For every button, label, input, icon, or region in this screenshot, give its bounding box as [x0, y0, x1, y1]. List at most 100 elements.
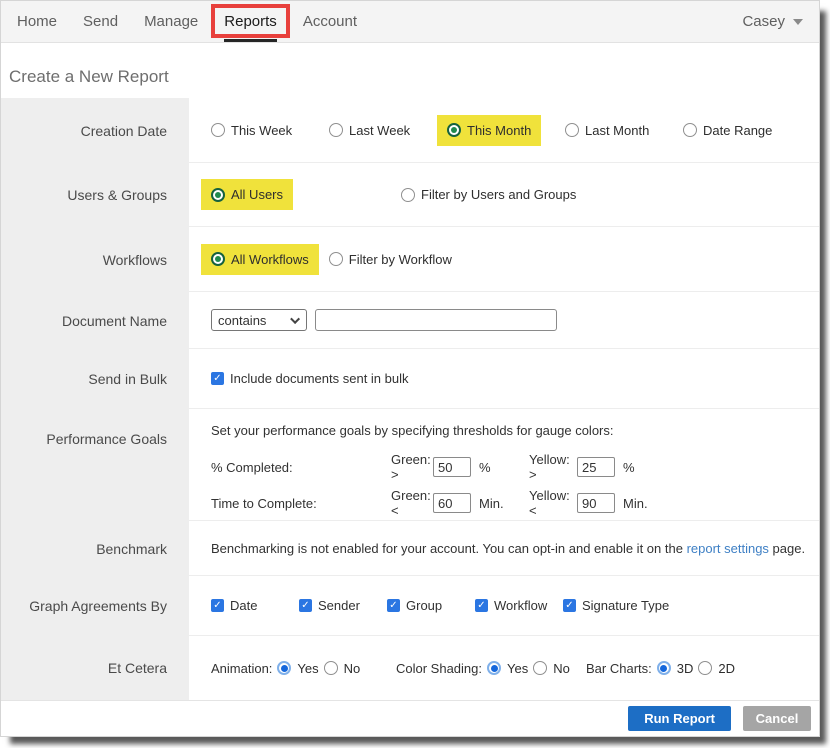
goal-metric: % Completed:: [211, 460, 391, 475]
document-name-input[interactable]: [315, 309, 557, 331]
radio-label: Yes: [507, 661, 528, 676]
row-workflows: Workflows All Workflows Filter by Workfl…: [1, 227, 819, 292]
nav-tab-account[interactable]: Account: [303, 1, 357, 42]
benchmark-text: Benchmarking is not enabled for your acc…: [211, 541, 805, 556]
radio-bar-2d[interactable]: 2D: [698, 661, 735, 676]
radio-this-week[interactable]: This Week: [211, 123, 292, 138]
radio-filter-workflow[interactable]: Filter by Workflow: [329, 252, 452, 267]
checkbox-label: Date: [230, 598, 257, 613]
radio-icon: [683, 123, 697, 137]
graph-agreements-label: Graph Agreements By: [1, 576, 189, 636]
radio-label: 3D: [677, 661, 694, 676]
user-name: Casey: [742, 13, 785, 30]
checkbox-workflow[interactable]: Workflow: [475, 598, 547, 613]
radio-shading-no[interactable]: No: [533, 661, 570, 676]
row-users-groups: Users & Groups All Users Filter by Users…: [1, 163, 819, 227]
radio-selected-icon: [447, 123, 461, 137]
checkbox-signature-type[interactable]: Signature Type: [563, 598, 669, 613]
run-report-button[interactable]: Run Report: [628, 706, 731, 731]
radio-filter-users-groups[interactable]: Filter by Users and Groups: [401, 187, 576, 202]
goal-yellow-unit: Min.: [615, 496, 655, 511]
row-send-in-bulk: Send in Bulk Include documents sent in b…: [1, 349, 819, 409]
chevron-down-icon: [793, 19, 803, 25]
animation-label: Animation:: [211, 661, 272, 676]
radio-label: No: [344, 661, 361, 676]
checkbox-date[interactable]: Date: [211, 598, 257, 613]
goal-green-unit: Min.: [471, 496, 529, 511]
radio-selected-icon: [277, 661, 291, 675]
radio-label: Filter by Users and Groups: [421, 187, 576, 202]
goal-green-label: Green: >: [391, 452, 433, 482]
radio-this-month[interactable]: This Month: [437, 115, 541, 146]
radio-icon: [324, 661, 338, 675]
radio-selected-icon: [211, 188, 225, 202]
benchmark-text-before: Benchmarking is not enabled for your acc…: [211, 541, 687, 556]
page-header: Create a New Report: [1, 43, 819, 98]
goal-metric: Time to Complete:: [211, 496, 391, 511]
radio-all-workflows[interactable]: All Workflows: [201, 244, 319, 275]
benchmark-text-after: page.: [769, 541, 805, 556]
checkbox-include-bulk[interactable]: Include documents sent in bulk: [211, 371, 409, 386]
row-et-cetera: Et Cetera Animation: Yes No Color Shadin…: [1, 636, 819, 700]
performance-goals-label: Performance Goals: [1, 409, 189, 521]
radio-animation-no[interactable]: No: [324, 661, 361, 676]
radio-bar-3d[interactable]: 3D: [657, 661, 694, 676]
radio-shading-yes[interactable]: Yes: [487, 661, 528, 676]
radio-selected-icon: [211, 252, 225, 266]
bar-charts-label: Bar Charts:: [586, 661, 652, 676]
radio-icon: [329, 123, 343, 137]
cancel-button[interactable]: Cancel: [743, 706, 811, 731]
users-groups-label: Users & Groups: [1, 163, 189, 227]
checkbox-label: Group: [406, 598, 442, 613]
radio-icon: [329, 252, 343, 266]
radio-selected-icon: [657, 661, 671, 675]
user-menu[interactable]: Casey: [742, 1, 803, 42]
radio-animation-yes[interactable]: Yes: [277, 661, 318, 676]
nav-tab-reports-label: Reports: [224, 13, 277, 30]
match-type-value: contains: [218, 313, 266, 328]
checkbox-label: Workflow: [494, 598, 547, 613]
radio-label: Date Range: [703, 123, 772, 138]
checkbox-checked-icon: [563, 599, 576, 612]
radio-label: Yes: [297, 661, 318, 676]
app-window: Home Send Manage Reports Account Casey C…: [0, 0, 820, 737]
et-cetera-label: Et Cetera: [1, 636, 189, 700]
goal-yellow-input[interactable]: [577, 493, 615, 513]
radio-label: 2D: [718, 661, 735, 676]
checkbox-checked-icon: [387, 599, 400, 612]
send-in-bulk-label: Send in Bulk: [1, 349, 189, 409]
radio-all-users[interactable]: All Users: [201, 179, 293, 210]
document-name-label: Document Name: [1, 292, 189, 349]
checkbox-checked-icon: [475, 599, 488, 612]
nav-tab-reports[interactable]: Reports: [224, 1, 277, 42]
goal-yellow-input[interactable]: [577, 457, 615, 477]
radio-label: Last Month: [585, 123, 649, 138]
radio-last-week[interactable]: Last Week: [329, 123, 410, 138]
goal-yellow-label: Yellow: >: [529, 452, 577, 482]
radio-icon: [565, 123, 579, 137]
animation-group: Animation: Yes No: [211, 661, 396, 676]
goals-grid: % Completed: Green: > % Yellow: > % Time…: [211, 452, 655, 518]
page-title: Create a New Report: [9, 67, 819, 87]
report-settings-link[interactable]: report settings: [687, 541, 769, 556]
goal-green-label: Green: <: [391, 488, 433, 518]
color-shading-label: Color Shading:: [396, 661, 482, 676]
creation-date-label: Creation Date: [1, 98, 189, 163]
radio-label: This Week: [231, 123, 292, 138]
goal-yellow-label: Yellow: <: [529, 488, 577, 518]
match-type-select[interactable]: contains: [211, 309, 307, 331]
checkbox-sender[interactable]: Sender: [299, 598, 360, 613]
radio-date-range[interactable]: Date Range: [683, 123, 772, 138]
nav-tab-send[interactable]: Send: [83, 1, 118, 42]
radio-icon: [533, 661, 547, 675]
chevron-down-icon: [290, 314, 300, 324]
row-graph-agreements: Graph Agreements By Date Sender Group Wo…: [1, 576, 819, 636]
goal-green-input[interactable]: [433, 493, 471, 513]
goal-yellow-unit: %: [615, 460, 655, 475]
nav-tab-manage[interactable]: Manage: [144, 1, 198, 42]
radio-last-month[interactable]: Last Month: [565, 123, 649, 138]
nav-tab-home[interactable]: Home: [17, 1, 57, 42]
checkbox-checked-icon: [211, 372, 224, 385]
goal-green-input[interactable]: [433, 457, 471, 477]
checkbox-group[interactable]: Group: [387, 598, 442, 613]
